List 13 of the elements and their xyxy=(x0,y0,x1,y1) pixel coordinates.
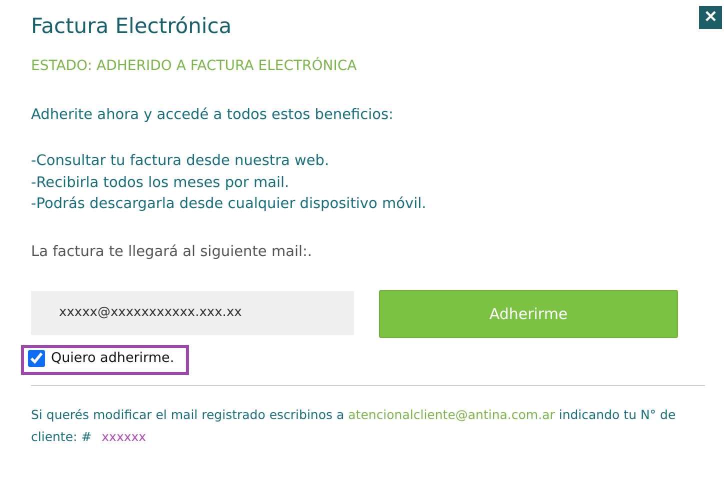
close-button[interactable]: ✕ xyxy=(699,6,722,29)
dialog-title: Factura Electrónica xyxy=(31,14,232,38)
checkbox-label[interactable]: Quiero adherirme. xyxy=(51,350,174,366)
footer-text: Si querés modificar el mail registrado escribinos a atencionalcliente@antina.com.ar indicando tu N° de cliente: # xxxxxx xyxy=(31,406,677,446)
intro-text: Adherite ahora y accedé a todos estos beneficios: xyxy=(31,107,394,123)
mail-label: La factura te llegará al siguiente mail:. xyxy=(31,244,314,260)
agree-checkbox[interactable] xyxy=(28,350,45,366)
benefit-text: -Podrás descargarla desde cualquier dispositivo móvil. xyxy=(31,195,428,214)
benefit-text: -Consultar tu factura desde nuestra web. xyxy=(31,152,330,171)
email-field[interactable]: xxxxx@xxxxxxxxxxx.xxx.xx xyxy=(31,290,354,334)
status-text: ESTADO: ADHERIDO A FACTURA ELECTRÓNICA xyxy=(31,58,358,74)
client-number: xxxxxx xyxy=(102,428,146,444)
benefit-text: -Recibirla todos los meses por mail. xyxy=(31,174,290,192)
